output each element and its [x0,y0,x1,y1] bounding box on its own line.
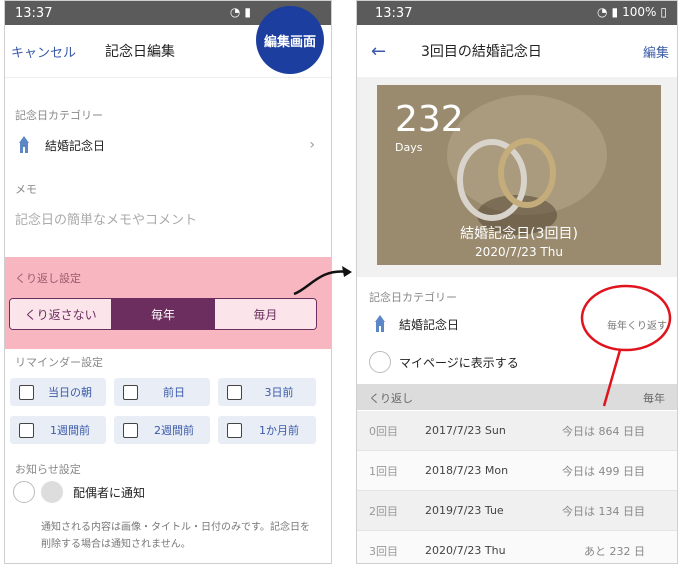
edit-screen: 13:37 ◔ ▮ キャンセル 記念日編集 記念日カテゴリー 結婚記念日 › メ… [4,0,332,564]
notify-note: 通知される内容は画像・タイトル・日付のみです。記念日を削除する場合は通知されませ… [41,522,310,550]
anniversary-photo: 232 Days 結婚記念日(3回目) 2020/7/23 Thu [377,85,661,265]
signal-icon: ▮ [611,5,619,19]
status-time: 13:37 [15,5,53,21]
table-row: 1回目 2018/7/23 Mon 今日は 499 日目 [357,451,677,491]
days-count: 232 [395,99,464,140]
hero-date: 2020/7/23 Thu [475,245,563,259]
repeat-option-monthly[interactable]: 毎月 [214,299,316,329]
edit-button[interactable]: 編集 [643,42,669,61]
days-unit: Days [395,141,423,154]
notify-label: お知らせ設定 [15,463,81,476]
category-value: 結婚記念日 [45,138,106,153]
table-header-left: くり返し [369,392,413,405]
signal-icon: ▮ [244,5,251,19]
page-title: 記念日編集 [105,44,175,60]
status-bar: 13:37 ◔ ▮ 100% ▯ [357,1,677,25]
checkbox-icon [19,384,34,400]
repeat-label: くり返し設定 [15,272,81,285]
annotation-ellipse [580,284,672,407]
church-icon [371,314,389,334]
repeat-option-none[interactable]: くり返さない [10,299,113,329]
reminder-3-days[interactable]: 3日前 [218,378,316,406]
transition-arrow-icon [293,266,352,296]
radio-button[interactable] [13,481,35,503]
table-row: 2回目 2019/7/23 Tue 今日は 134 日目 [357,491,677,531]
reminder-2-weeks[interactable]: 2週間前 [114,416,210,444]
reminder-1-week[interactable]: 1週間前 [10,416,106,444]
repeat-option-yearly[interactable]: 毎年 [112,299,215,329]
wifi-icon: ◔ [596,5,608,19]
mypage-toggle-row[interactable]: マイページに表示する [369,351,519,373]
hero-area: 232 Days 結婚記念日(3回目) 2020/7/23 Thu [357,77,677,277]
battery-level: 100% [622,5,657,19]
checkbox-icon [227,422,242,438]
category-label: 記念日カテゴリー [15,109,103,122]
battery-icon: ▯ [660,5,667,19]
radio-button[interactable] [369,351,391,373]
page-title: 3回目の結婚記念日 [421,44,542,60]
table-row: 3回目 2020/7/23 Thu あと 232 日 [357,531,677,563]
church-icon [15,135,33,155]
back-arrow-icon[interactable]: ← [371,41,386,62]
hero-caption: 結婚記念日(3回目) [460,226,578,242]
category-row[interactable]: 結婚記念日 › [15,131,315,159]
table-row: 0回目 2017/7/23 Sun 今日は 864 日目 [357,411,677,451]
spouse-notify-label: 配偶者に通知 [73,485,146,500]
memo-input[interactable]: 記念日の簡単なメモやコメント [15,209,197,228]
wifi-icon: ◔ [229,5,241,19]
reminder-day-before[interactable]: 前日 [114,378,210,406]
cancel-button[interactable]: キャンセル [11,42,76,61]
category-label: 記念日カテゴリー [369,291,457,304]
checkbox-icon [227,384,242,400]
checkbox-icon [123,422,138,438]
category-value: 結婚記念日 [399,317,460,332]
reminder-1-month[interactable]: 1か月前 [218,416,316,444]
reminder-label: リマインダー設定 [15,356,103,369]
repeat-section: くり返し設定 くり返さない 毎年 毎月 [5,257,331,349]
status-time: 13:37 [375,5,413,21]
mypage-label: マイページに表示する [399,355,519,370]
edit-screen-badge: 編集画面 [256,6,324,74]
repeat-segmented-control: くり返さない 毎年 毎月 [9,298,317,330]
checkbox-icon [19,422,34,438]
detail-nav-bar: ← 3回目の結婚記念日 編集 [357,25,677,77]
memo-label: メモ [15,183,37,196]
spouse-notify-row[interactable]: 配偶者に通知 [13,481,145,503]
chevron-right-icon: › [309,137,315,153]
reminder-same-day[interactable]: 当日の朝 [10,378,106,406]
avatar [41,481,63,503]
checkbox-icon [123,384,138,400]
